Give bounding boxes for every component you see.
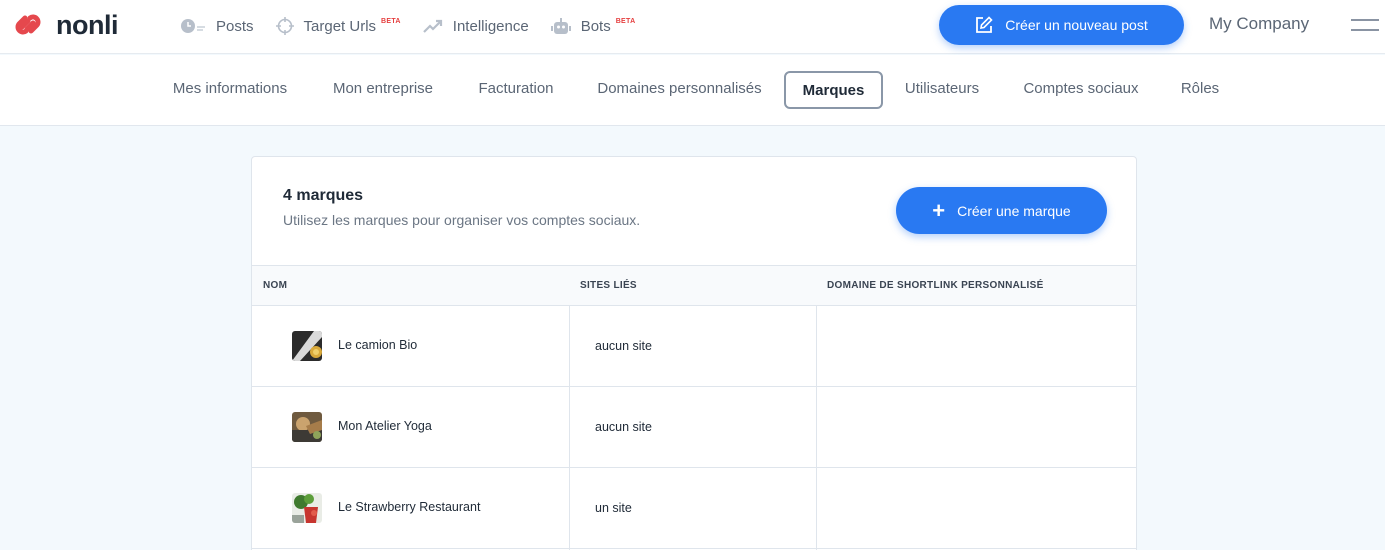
tab-domaines-personnalises[interactable]: Domaines personnalisés — [586, 71, 773, 109]
tab-roles[interactable]: Rôles — [1171, 71, 1229, 109]
logo[interactable]: nonli — [8, 10, 118, 40]
table-row[interactable]: Le camion Bio aucun site — [252, 306, 1136, 387]
top-bar: nonli Posts Target Urls BETA Intelligenc… — [0, 0, 1385, 54]
beta-badge: BETA — [381, 17, 401, 25]
nav-posts[interactable]: Posts — [180, 14, 254, 38]
edit-icon — [976, 16, 993, 33]
clock-icon — [181, 19, 205, 33]
brand-avatar — [292, 331, 322, 361]
tab-facturation[interactable]: Facturation — [466, 71, 566, 109]
hamburger-icon[interactable] — [1351, 17, 1379, 33]
table-header: NOM SITES LIÉS DOMAINE DE SHORTLINK PERS… — [252, 265, 1136, 306]
tab-marques[interactable]: Marques — [784, 71, 883, 109]
robot-icon — [550, 18, 571, 34]
brand-name: Mon Atelier Yoga — [338, 419, 432, 433]
brand-name: Le camion Bio — [338, 338, 418, 352]
brands-card: 4 marques Utilisez les marques pour orga… — [251, 156, 1137, 550]
plus-icon: + — [932, 197, 946, 223]
main-nav: Posts Target Urls BETA Intelligence Bots… — [180, 14, 657, 38]
nav-intelligence[interactable]: Intelligence — [423, 14, 529, 38]
brands-subtitle: Utilisez les marques pour organiser vos … — [283, 212, 641, 228]
tab-comptes-sociaux[interactable]: Comptes sociaux — [1011, 71, 1151, 109]
settings-tabs: Mes informations Mon entreprise Facturat… — [0, 55, 1385, 126]
tab-utilisateurs[interactable]: Utilisateurs — [894, 71, 990, 109]
tab-mes-informations[interactable]: Mes informations — [160, 71, 300, 109]
table-row[interactable]: Le Strawberry Restaurant un site — [252, 468, 1136, 549]
create-brand-button[interactable]: + Créer une marque — [896, 187, 1107, 234]
nav-bots-label: Bots — [580, 17, 611, 35]
new-post-label: Créer un nouveau post — [1005, 17, 1148, 33]
table-row[interactable]: Mon Atelier Yoga aucun site — [252, 387, 1136, 468]
brand-avatar — [292, 493, 322, 523]
crosshair-icon — [275, 17, 294, 35]
brand-sites: un site — [595, 501, 632, 515]
brand-name: Le Strawberry Restaurant — [338, 500, 481, 514]
column-header-domaine[interactable]: DOMAINE DE SHORTLINK PERSONNALISÉ — [816, 266, 1044, 306]
brands-count-title: 4 marques — [283, 187, 364, 204]
brand-avatar — [292, 412, 322, 442]
nav-target-urls-label: Target Urls — [303, 17, 377, 35]
company-menu[interactable]: My Company — [1209, 14, 1309, 34]
brand-sites: aucun site — [595, 339, 652, 353]
create-brand-label: Créer une marque — [957, 202, 1071, 219]
trend-up-icon — [423, 19, 442, 33]
logo-text: nonli — [56, 10, 118, 40]
new-post-button[interactable]: Créer un nouveau post — [939, 5, 1184, 45]
brands-table: NOM SITES LIÉS DOMAINE DE SHORTLINK PERS… — [252, 265, 1136, 550]
nav-intelligence-label: Intelligence — [452, 17, 529, 35]
tab-mon-entreprise[interactable]: Mon entreprise — [320, 71, 446, 109]
nav-posts-label: Posts — [216, 17, 254, 35]
column-header-nom[interactable]: NOM — [252, 266, 287, 306]
logo-icon — [8, 10, 48, 40]
nav-bots[interactable]: Bots BETA — [550, 14, 636, 38]
column-header-sites[interactable]: SITES LIÉS — [569, 266, 637, 306]
nav-target-urls[interactable]: Target Urls BETA — [275, 14, 401, 38]
beta-badge: BETA — [615, 17, 636, 25]
brand-sites: aucun site — [595, 420, 652, 434]
